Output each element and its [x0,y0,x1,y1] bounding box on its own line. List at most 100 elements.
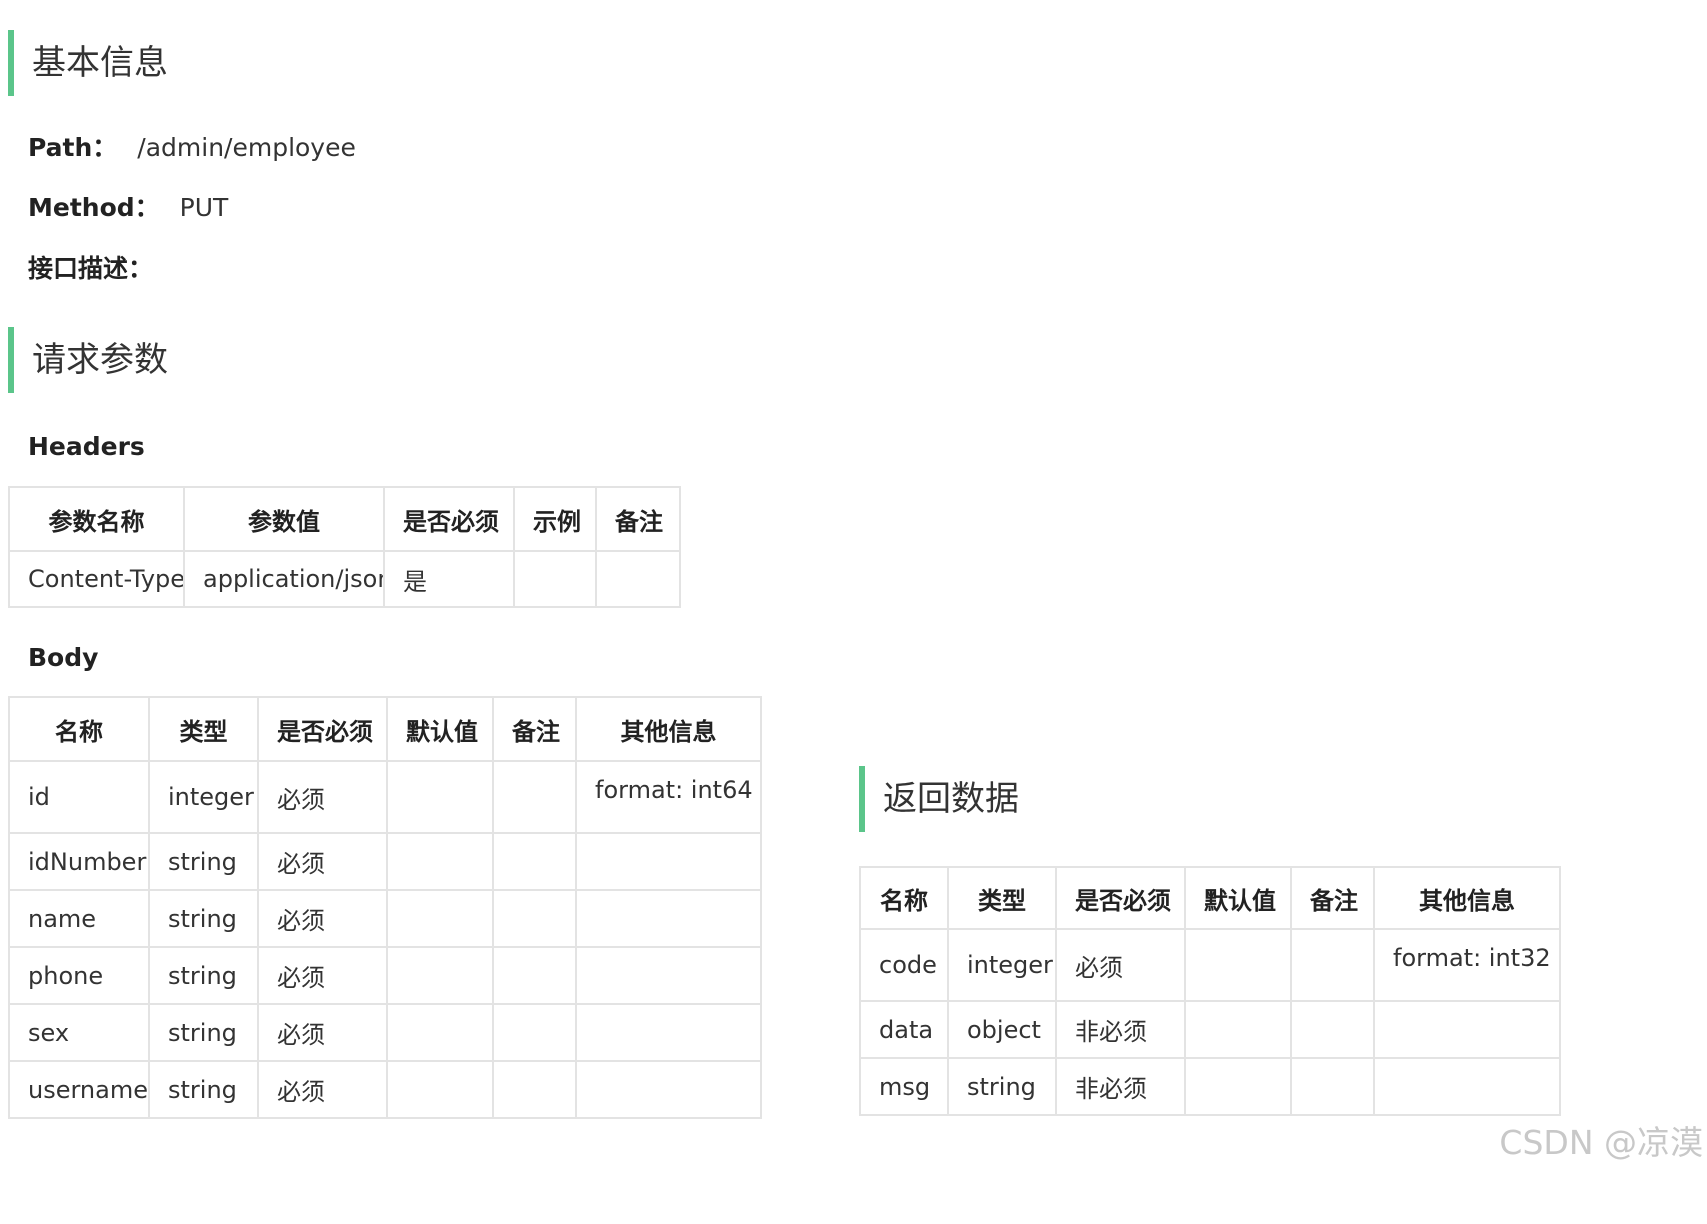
cell-name: idNumber [8,832,150,891]
cell-required: 必须 [257,946,388,1005]
method-label: Method： [28,193,160,222]
cell-required: 必须 [257,760,388,834]
cell-default [386,1060,494,1119]
body-table: 名称 类型 是否必须 默认值 备注 其他信息 id integer 必须 for… [8,696,762,1119]
cell-required: 必须 [257,889,388,948]
cell-default [1184,1000,1292,1059]
path-label: Path： [28,133,118,162]
table-row: sex string 必须 [8,1003,762,1062]
cell-other-info [575,946,762,1005]
cell-type: string [148,946,259,1005]
cell-remark [492,832,577,891]
table-row: msg string 非必须 [859,1057,1561,1116]
cell-name: msg [859,1057,949,1116]
cell-default [386,760,494,834]
cell-remark [492,946,577,1005]
headers-label: Headers [28,432,145,461]
section-title-request-params: 请求参数 [8,327,168,393]
cell-other-info: format: int32 [1373,928,1561,1002]
table-row: code integer 必须 format: int32 [859,928,1561,1002]
cell-type: integer [947,928,1057,1002]
cell-type: string [148,889,259,948]
cell-name: name [8,889,150,948]
cell-required: 非必须 [1055,1057,1186,1116]
cell-type: integer [148,760,259,834]
cell-default [386,946,494,1005]
watermark: CSDN @凉漠 [1499,1123,1703,1162]
cell-remark [492,760,577,834]
column-header-type: 类型 [148,696,259,762]
table-row: idNumber string 必须 [8,832,762,891]
cell-name: sex [8,1003,150,1062]
column-header-required: 是否必须 [383,486,515,552]
column-header-required: 是否必须 [1055,866,1186,930]
method-line: Method： PUT [28,190,228,226]
column-header-required: 是否必须 [257,696,388,762]
column-header-other-info: 其他信息 [575,696,762,762]
table-row: name string 必须 [8,889,762,948]
table-row: data object 非必须 [859,1000,1561,1059]
table-row: phone string 必须 [8,946,762,1005]
table-row: username string 必须 [8,1060,762,1119]
cell-other-info [575,1003,762,1062]
column-header-param-value: 参数值 [183,486,385,552]
cell-type: string [947,1057,1057,1116]
response-table: 名称 类型 是否必须 默认值 备注 其他信息 code integer 必须 f… [859,866,1561,1116]
cell-remark [492,1003,577,1062]
cell-other-info: format: int64 [575,760,762,834]
column-header-default: 默认值 [1184,866,1292,930]
column-header-name: 名称 [859,866,949,930]
cell-required: 必须 [257,1060,388,1119]
cell-required: 非必须 [1055,1000,1186,1059]
column-header-remark: 备注 [1290,866,1375,930]
cell-default [1184,1057,1292,1116]
cell-name: phone [8,946,150,1005]
cell-name: id [8,760,150,834]
cell-other-info [575,832,762,891]
column-header-remark: 备注 [595,486,681,552]
cell-required: 必须 [1055,928,1186,1002]
cell-name: data [859,1000,949,1059]
cell-remark [492,889,577,948]
cell-remark [595,550,681,608]
headers-table: 参数名称 参数值 是否必须 示例 备注 Content-Type applica… [8,486,681,608]
cell-default [386,889,494,948]
cell-remark [492,1060,577,1119]
cell-example [513,550,597,608]
cell-required: 必须 [257,1003,388,1062]
method-value: PUT [179,193,229,222]
cell-other-info [1373,1057,1561,1116]
body-label: Body [28,643,99,672]
cell-required: 必须 [257,832,388,891]
column-header-remark: 备注 [492,696,577,762]
cell-remark [1290,1000,1375,1059]
table-row: id integer 必须 format: int64 [8,760,762,834]
cell-other-info [575,889,762,948]
cell-other-info [1373,1000,1561,1059]
cell-required: 是 [383,550,515,608]
body-table-header-row: 名称 类型 是否必须 默认值 备注 其他信息 [8,696,762,762]
response-table-header-row: 名称 类型 是否必须 默认值 备注 其他信息 [859,866,1561,930]
section-title-basic-info: 基本信息 [8,30,168,96]
cell-default [386,832,494,891]
column-header-param-name: 参数名称 [8,486,185,552]
cell-name: code [859,928,949,1002]
cell-type: string [148,832,259,891]
table-row: Content-Type application/json 是 [8,550,681,608]
column-header-type: 类型 [947,866,1057,930]
cell-default [386,1003,494,1062]
cell-name: username [8,1060,150,1119]
section-title-response-data: 返回数据 [859,766,1019,832]
cell-param-value: application/json [183,550,385,608]
path-line: Path： /admin/employee [28,130,356,166]
column-header-other-info: 其他信息 [1373,866,1561,930]
column-header-example: 示例 [513,486,597,552]
description-line: 接口描述： [28,251,153,287]
cell-default [1184,928,1292,1002]
cell-type: object [947,1000,1057,1059]
cell-type: string [148,1003,259,1062]
cell-remark [1290,928,1375,1002]
column-header-name: 名称 [8,696,150,762]
cell-param-name: Content-Type [8,550,185,608]
cell-type: string [148,1060,259,1119]
